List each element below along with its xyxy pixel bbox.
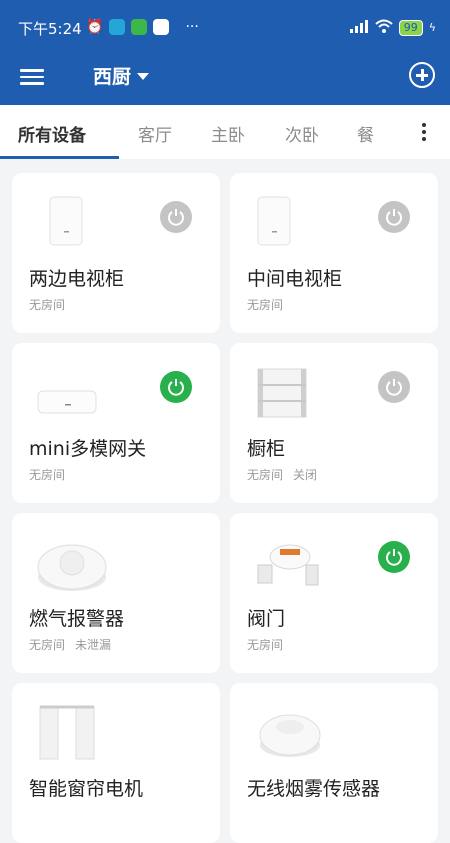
power-toggle-icon[interactable] (378, 201, 410, 233)
device-name: 智能窗帘电机 (29, 778, 144, 800)
tab-living-room[interactable]: 客厅 (138, 121, 172, 146)
caret-down-icon (137, 73, 150, 80)
device-card[interactable]: 燃气报警器 无房间 未泄漏 (12, 513, 220, 673)
notification-icons: ⏰ ··· (86, 19, 199, 35)
device-card[interactable]: 智能窗帘电机 (12, 683, 220, 843)
device-name: 燃气报警器 (29, 608, 125, 630)
app-notification-icon (131, 19, 148, 35)
device-name: 两边电视柜 (29, 268, 125, 290)
device-card[interactable]: 两边电视柜 无房间 (12, 173, 220, 333)
device-card[interactable]: 阀门 无房间 (230, 513, 438, 673)
more-vert-icon[interactable] (422, 123, 428, 143)
power-toggle-icon[interactable] (378, 371, 410, 403)
power-toggle-icon[interactable] (160, 371, 192, 403)
valve-icon (254, 535, 319, 591)
device-name: 橱柜 (247, 438, 286, 460)
device-card[interactable]: 无线烟雾传感器 (230, 683, 438, 843)
system-icons: 99 ϟ (349, 19, 436, 36)
room-tabs: 所有设备 客厅 主卧 次卧 餐 (0, 105, 450, 159)
device-status: 关闭 (293, 468, 318, 482)
gateway-icon (36, 365, 100, 421)
device-room: 无房间 (29, 298, 66, 312)
panel-device-icon (254, 195, 318, 251)
device-name: 阀门 (247, 608, 286, 630)
home-name: 西厨 (93, 66, 132, 88)
add-device-icon[interactable] (409, 62, 435, 88)
device-status: 未泄漏 (75, 638, 112, 652)
curtain-icon (36, 705, 100, 761)
status-time: 下午5:24 (18, 20, 82, 38)
active-tab-indicator (0, 156, 119, 159)
device-room: 无房间 (29, 468, 66, 482)
tab-dining[interactable]: 餐 (357, 121, 374, 146)
status-bar: 下午5:24 ⏰ ··· 99 ϟ (0, 0, 450, 56)
smoke-sensor-icon (254, 705, 321, 761)
more-notifications-icon: ··· (185, 19, 199, 35)
device-name: 无线烟雾传感器 (247, 778, 381, 800)
alarm-icon: ⏰ (86, 19, 104, 35)
charging-icon: ϟ (428, 21, 436, 34)
device-card[interactable]: mini多模网关 无房间 (12, 343, 220, 503)
device-name: mini多模网关 (29, 438, 147, 460)
cabinet-icon (254, 365, 318, 421)
panel-device-icon (36, 195, 100, 251)
signal-icon (349, 19, 369, 36)
device-card[interactable]: 橱柜 无房间 关闭 (230, 343, 438, 503)
wifi-icon (375, 19, 393, 36)
device-room: 无房间 (29, 638, 66, 652)
device-name: 中间电视柜 (247, 268, 343, 290)
device-room: 无房间 (247, 298, 284, 312)
tab-master-bedroom[interactable]: 主卧 (211, 121, 245, 146)
device-room: 无房间 (247, 468, 284, 482)
battery-icon: 99 (398, 19, 423, 36)
tab-all-devices[interactable]: 所有设备 (18, 121, 86, 146)
power-toggle-icon[interactable] (378, 541, 410, 573)
tab-second-bedroom[interactable]: 次卧 (285, 121, 319, 146)
home-selector[interactable]: 西厨 (93, 62, 150, 89)
gas-alarm-icon (36, 535, 107, 591)
power-toggle-icon[interactable] (160, 201, 192, 233)
device-card[interactable]: 中间电视柜 无房间 (230, 173, 438, 333)
device-room: 无房间 (247, 638, 284, 652)
menu-icon[interactable] (20, 65, 44, 89)
app-bar: 西厨 (0, 56, 450, 105)
app-notification-icon (153, 19, 170, 35)
app-notification-icon (109, 19, 126, 35)
